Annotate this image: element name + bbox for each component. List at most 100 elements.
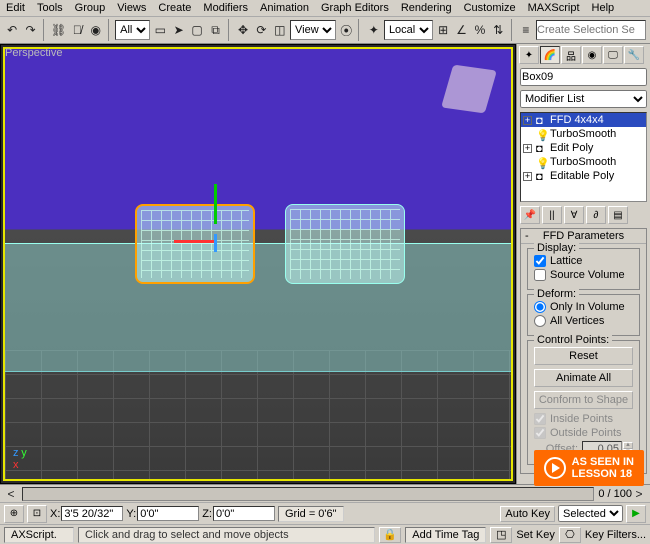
timeline-end-icon[interactable]: > <box>632 487 646 501</box>
source-volume-checkbox[interactable] <box>534 269 546 281</box>
named-selset-input[interactable] <box>536 20 646 40</box>
stack-item-editpoly[interactable]: +◘Edit Poly <box>521 141 646 155</box>
selection-filter-combo[interactable]: All <box>115 20 150 40</box>
menu-bar: Edit Tools Group Views Create Modifiers … <box>0 0 650 17</box>
viewcube-icon[interactable] <box>441 65 497 114</box>
maxscript-listener[interactable]: AXScript. <box>4 527 74 543</box>
only-in-volume-radio[interactable] <box>534 301 546 313</box>
menu-edit[interactable]: Edit <box>6 2 25 14</box>
select-button[interactable]: ▭ <box>152 19 168 41</box>
manipulate-icon[interactable]: ✦ <box>366 19 382 41</box>
control-points-legend: Control Points: <box>534 334 612 346</box>
rotate-button[interactable]: ⟳ <box>253 19 269 41</box>
modifier-stack[interactable]: +◘FFD 4x4x4 💡TurboSmooth +◘Edit Poly 💡Tu… <box>520 112 647 202</box>
menu-views[interactable]: Views <box>117 2 146 14</box>
object-name-input[interactable] <box>520 68 647 86</box>
select-region-icon[interactable]: ▢ <box>189 19 205 41</box>
link-button[interactable]: ⛓ <box>50 19 67 41</box>
menu-help[interactable]: Help <box>592 2 615 14</box>
gizmo-x-axis[interactable] <box>174 240 214 243</box>
scale-button[interactable]: ◫ <box>272 19 288 41</box>
tab-modify-icon[interactable]: 🌈 <box>540 46 560 64</box>
move-button[interactable]: ✥ <box>235 19 251 41</box>
tab-utilities-icon[interactable]: 🔧 <box>624 46 644 64</box>
inside-points-checkbox <box>534 413 546 425</box>
display-legend: Display: <box>534 242 579 254</box>
tab-display-icon[interactable]: 🖵 <box>603 46 623 64</box>
time-slider-track[interactable] <box>22 487 594 501</box>
x-input[interactable] <box>61 506 123 521</box>
all-vertices-radio[interactable] <box>534 315 546 327</box>
menu-create[interactable]: Create <box>158 2 191 14</box>
menu-modifiers[interactable]: Modifiers <box>203 2 248 14</box>
stack-item-editablepoly[interactable]: +◘Editable Poly <box>521 169 646 183</box>
menu-tools[interactable]: Tools <box>37 2 63 14</box>
unlink-button[interactable]: ⛓̸ <box>69 19 85 41</box>
y-input[interactable] <box>137 506 199 521</box>
key-mode-icon[interactable]: ⎔ <box>559 527 581 543</box>
control-points-group: Control Points: Reset Animate All Confor… <box>527 340 640 465</box>
refcoord-combo[interactable]: View <box>290 20 336 40</box>
viewport-label[interactable]: Perspective <box>5 47 62 59</box>
stack-buttons: 📌 || ∀ ∂ ▤ <box>517 204 650 226</box>
comm-center-icon[interactable]: ◳ <box>490 527 512 543</box>
menu-grapheditors[interactable]: Graph Editors <box>321 2 389 14</box>
window-crossing-icon[interactable]: ⧉ <box>207 19 223 41</box>
animate-all-button[interactable]: Animate All <box>534 369 633 387</box>
axisconstraint-combo[interactable]: Local <box>384 20 433 40</box>
stack-item-turbosmooth2[interactable]: 💡TurboSmooth <box>521 155 646 169</box>
stack-item-ffd[interactable]: +◘FFD 4x4x4 <box>521 113 646 127</box>
add-time-tag[interactable]: Add Time Tag <box>405 527 486 543</box>
timeline-start-icon[interactable]: < <box>4 487 18 501</box>
modifier-list-combo[interactable]: Modifier List <box>520 90 647 108</box>
command-panel-tabs: ✦ 🌈 品 ◉ 🖵 🔧 <box>517 44 650 66</box>
undo-button[interactable]: ↶ <box>4 19 20 41</box>
percent-snap-icon[interactable]: % <box>472 19 488 41</box>
ffd-parameters-rollout: FFD Parameters Display: Lattice Source V… <box>520 228 647 474</box>
couch-geometry <box>5 243 511 372</box>
redo-button[interactable]: ↷ <box>22 19 38 41</box>
remove-modifier-icon[interactable]: ∂ <box>586 206 606 224</box>
show-end-result-icon[interactable]: || <box>542 206 562 224</box>
angle-snap-icon[interactable]: ∠ <box>453 19 469 41</box>
lattice-checkbox[interactable] <box>534 255 546 267</box>
named-selset-icon[interactable]: ≡ <box>518 19 534 41</box>
tab-create-icon[interactable]: ✦ <box>519 46 539 64</box>
prompt-line: Click and drag to select and move object… <box>78 527 375 543</box>
menu-group[interactable]: Group <box>75 2 106 14</box>
spinner-up-icon: ▲ <box>623 442 633 449</box>
lock-selection-icon[interactable]: 🔒 <box>379 527 401 543</box>
pivot-icon[interactable]: ⦿ <box>338 19 354 41</box>
menu-maxscript[interactable]: MAXScript <box>528 2 580 14</box>
transform-type-in-icon[interactable]: ⊕ <box>4 505 24 523</box>
menu-animation[interactable]: Animation <box>260 2 309 14</box>
coordinate-bar: ⊕ ⊡ X: Y: Z: Grid = 0'6" Auto Key Select… <box>0 502 650 524</box>
video-watermark: AS SEEN INLESSON 18 <box>534 450 644 486</box>
key-filters-button[interactable]: Key Filters... <box>585 529 646 541</box>
outside-points-label: Outside Points <box>550 427 622 439</box>
menu-customize[interactable]: Customize <box>464 2 516 14</box>
gizmo-z-axis[interactable] <box>214 234 217 252</box>
gizmo-y-axis[interactable] <box>214 184 217 224</box>
absolute-mode-icon[interactable]: ⊡ <box>27 505 47 523</box>
snap-toggle-icon[interactable]: ⊞ <box>435 19 451 41</box>
deform-legend: Deform: <box>534 288 579 300</box>
play-button[interactable]: ▶ <box>626 505 646 523</box>
tab-hierarchy-icon[interactable]: 品 <box>561 46 581 64</box>
reset-button[interactable]: Reset <box>534 347 633 365</box>
set-key-button[interactable]: Set Key <box>516 529 555 541</box>
make-unique-icon[interactable]: ∀ <box>564 206 584 224</box>
z-input[interactable] <box>213 506 275 521</box>
menu-rendering[interactable]: Rendering <box>401 2 452 14</box>
configure-sets-icon[interactable]: ▤ <box>608 206 628 224</box>
spinner-snap-icon[interactable]: ⇅ <box>490 19 506 41</box>
select-arrow-icon[interactable]: ➤ <box>171 19 187 41</box>
key-mode-combo[interactable]: Selected <box>558 505 623 522</box>
perspective-viewport[interactable]: z yx <box>3 47 513 481</box>
auto-key-button[interactable]: Auto Key <box>500 506 555 522</box>
bind-icon[interactable]: ◉ <box>88 19 104 41</box>
pin-stack-icon[interactable]: 📌 <box>520 206 540 224</box>
move-gizmo[interactable] <box>190 212 240 262</box>
tab-motion-icon[interactable]: ◉ <box>582 46 602 64</box>
stack-item-turbosmooth1[interactable]: 💡TurboSmooth <box>521 127 646 141</box>
